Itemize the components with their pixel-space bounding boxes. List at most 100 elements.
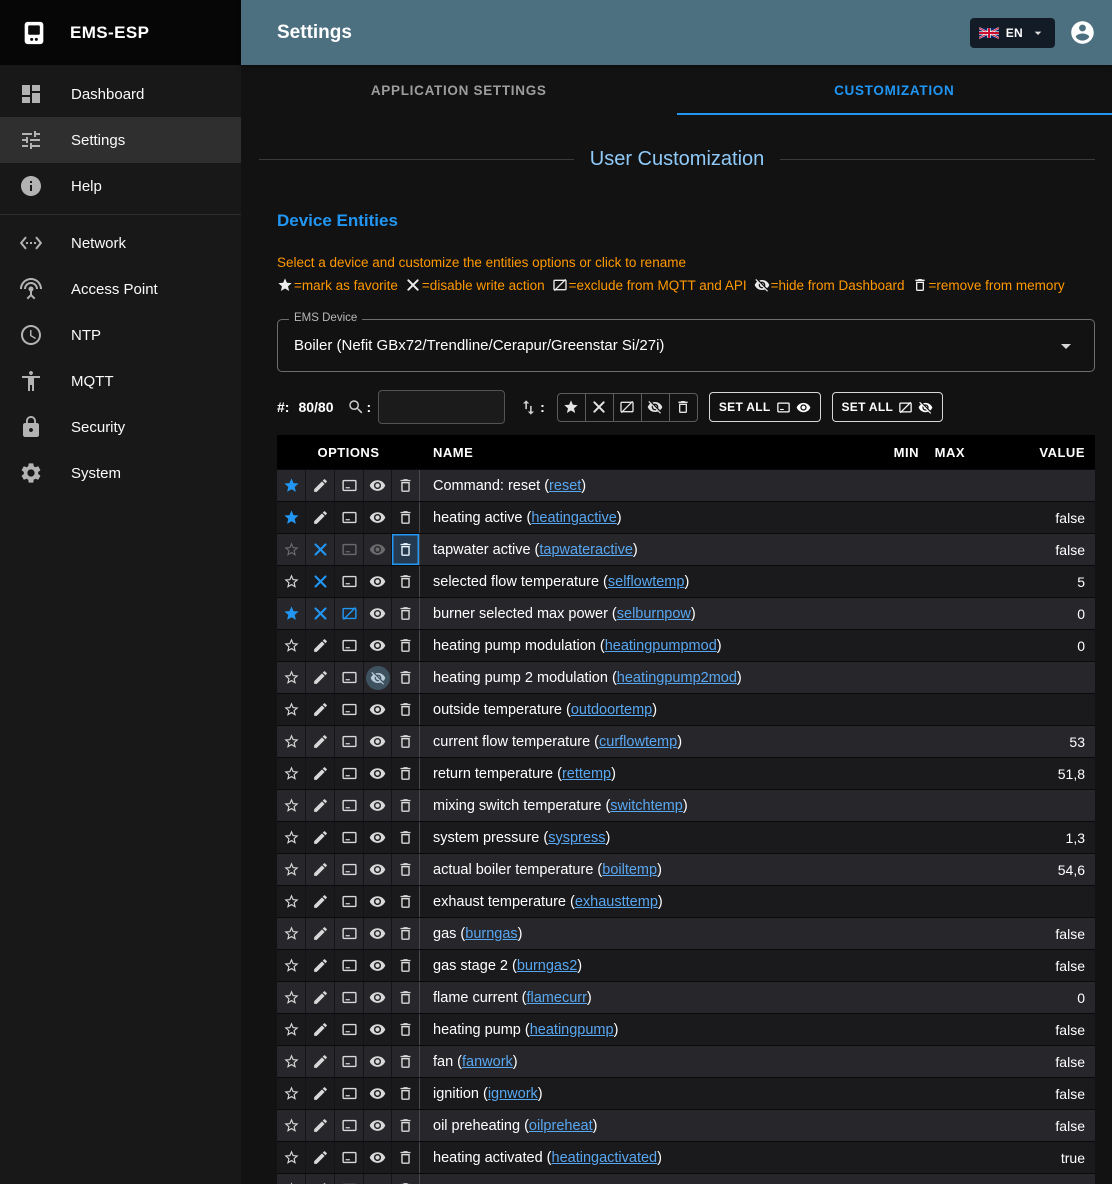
search-input[interactable] — [378, 390, 505, 424]
visibility-toggle[interactable] — [364, 822, 392, 853]
sidebar-item-help[interactable]: Help — [0, 163, 241, 209]
entity-name[interactable]: heating activated (heatingactivated) — [420, 1150, 877, 1166]
remove-toggle[interactable] — [392, 630, 420, 661]
write-action-toggle[interactable] — [306, 598, 335, 629]
favorite-toggle[interactable] — [277, 502, 306, 533]
entity-name[interactable]: burner selected max power (selburnpow) — [420, 606, 877, 622]
visibility-toggle[interactable] — [364, 598, 392, 629]
mqtt-exclude-toggle[interactable] — [335, 502, 364, 533]
visibility-toggle[interactable] — [364, 470, 392, 501]
favorite-toggle[interactable] — [277, 1078, 306, 1109]
remove-toggle[interactable] — [392, 950, 420, 981]
entity-id-link[interactable]: reset — [549, 478, 581, 494]
write-action-toggle[interactable] — [306, 662, 335, 693]
entity-id-link[interactable]: switchtemp — [610, 798, 683, 814]
favorite-toggle[interactable] — [277, 566, 306, 597]
remove-toggle[interactable] — [392, 598, 420, 629]
visibility-toggle[interactable] — [364, 950, 392, 981]
visibility-toggle[interactable] — [364, 1174, 392, 1184]
remove-toggle[interactable] — [392, 1014, 420, 1045]
mqtt-exclude-toggle[interactable] — [335, 1078, 364, 1109]
write-action-toggle[interactable] — [306, 790, 335, 821]
write-action-toggle[interactable] — [306, 918, 335, 949]
entity-row[interactable]: heating pump 2 modulation (heatingpump2m… — [277, 661, 1095, 693]
write-action-toggle[interactable] — [306, 822, 335, 853]
visibility-toggle[interactable] — [364, 918, 392, 949]
entity-name[interactable]: mixing switch temperature (switchtemp) — [420, 798, 877, 814]
remove-toggle[interactable] — [392, 534, 420, 565]
filter-write-button[interactable] — [585, 393, 614, 422]
account-icon[interactable] — [1069, 19, 1096, 46]
favorite-toggle[interactable] — [277, 694, 306, 725]
entity-id-link[interactable]: heatingpump2mod — [617, 670, 737, 686]
entity-id-link[interactable]: curflowtemp — [599, 734, 677, 750]
write-action-toggle[interactable] — [306, 1174, 335, 1184]
entity-row[interactable]: current flow temperature (curflowtemp)53 — [277, 725, 1095, 757]
entity-row[interactable]: heating pump (heatingpump)false — [277, 1013, 1095, 1045]
write-action-toggle[interactable] — [306, 1046, 335, 1077]
mqtt-exclude-toggle[interactable] — [335, 534, 364, 565]
entity-id-link[interactable]: boiltemp — [602, 862, 657, 878]
mqtt-exclude-toggle[interactable] — [335, 886, 364, 917]
entity-name[interactable]: actual boiler temperature (boiltemp) — [420, 862, 877, 878]
entity-name[interactable]: return temperature (rettemp) — [420, 766, 877, 782]
mqtt-exclude-toggle[interactable] — [335, 470, 364, 501]
remove-toggle[interactable] — [392, 822, 420, 853]
entity-id-link[interactable]: syspress — [548, 830, 605, 846]
entity-row[interactable] — [277, 1173, 1095, 1184]
write-action-toggle[interactable] — [306, 1078, 335, 1109]
entity-name[interactable]: ignition (ignwork) — [420, 1086, 877, 1102]
write-action-toggle[interactable] — [306, 502, 335, 533]
entity-row[interactable]: flame current (flamecurr)0 — [277, 981, 1095, 1013]
visibility-toggle[interactable] — [364, 1078, 392, 1109]
sidebar-item-access-point[interactable]: Access Point — [0, 266, 241, 312]
remove-toggle[interactable] — [392, 1174, 420, 1184]
remove-toggle[interactable] — [392, 1110, 420, 1141]
remove-toggle[interactable] — [392, 918, 420, 949]
entity-name[interactable]: oil preheating (oilpreheat) — [420, 1118, 877, 1134]
entity-name[interactable]: system pressure (syspress) — [420, 830, 877, 846]
visibility-toggle[interactable] — [364, 982, 392, 1013]
mqtt-exclude-toggle[interactable] — [335, 822, 364, 853]
sidebar-item-system[interactable]: System — [0, 450, 241, 496]
favorite-toggle[interactable] — [277, 950, 306, 981]
visibility-toggle[interactable] — [364, 694, 392, 725]
sidebar-item-ntp[interactable]: NTP — [0, 312, 241, 358]
favorite-toggle[interactable] — [277, 726, 306, 757]
mqtt-exclude-toggle[interactable] — [335, 1014, 364, 1045]
entity-row[interactable]: actual boiler temperature (boiltemp)54,6 — [277, 853, 1095, 885]
sidebar-item-network[interactable]: Network — [0, 220, 241, 266]
remove-toggle[interactable] — [392, 470, 420, 501]
mqtt-exclude-toggle[interactable] — [335, 1110, 364, 1141]
favorite-toggle[interactable] — [277, 790, 306, 821]
entity-name[interactable]: heating pump modulation (heatingpumpmod) — [420, 638, 877, 654]
write-action-toggle[interactable] — [306, 1142, 335, 1173]
mqtt-exclude-toggle[interactable] — [335, 662, 364, 693]
entity-id-link[interactable]: heatingactivated — [552, 1150, 658, 1166]
write-action-toggle[interactable] — [306, 566, 335, 597]
remove-toggle[interactable] — [392, 886, 420, 917]
entity-name[interactable]: outside temperature (outdoortemp) — [420, 702, 877, 718]
tab-customization[interactable]: CUSTOMIZATION — [677, 65, 1112, 115]
entity-row[interactable]: Command: reset (reset) — [277, 469, 1095, 501]
write-action-toggle[interactable] — [306, 534, 335, 565]
entity-id-link[interactable]: selburnpow — [617, 606, 691, 622]
remove-toggle[interactable] — [392, 982, 420, 1013]
favorite-toggle[interactable] — [277, 598, 306, 629]
write-action-toggle[interactable] — [306, 950, 335, 981]
entity-name[interactable]: heating pump (heatingpump) — [420, 1022, 877, 1038]
mqtt-exclude-toggle[interactable] — [335, 726, 364, 757]
mqtt-exclude-toggle[interactable] — [335, 1142, 364, 1173]
entity-row[interactable]: gas (burngas)false — [277, 917, 1095, 949]
entity-row[interactable]: outside temperature (outdoortemp) — [277, 693, 1095, 725]
remove-toggle[interactable] — [392, 726, 420, 757]
tab-application-settings[interactable]: APPLICATION SETTINGS — [241, 65, 677, 115]
sidebar-item-dashboard[interactable]: Dashboard — [0, 71, 241, 117]
entity-row[interactable]: heating active (heatingactive)false — [277, 501, 1095, 533]
entity-id-link[interactable]: fanwork — [462, 1054, 513, 1070]
favorite-toggle[interactable] — [277, 1046, 306, 1077]
sidebar-item-security[interactable]: Security — [0, 404, 241, 450]
favorite-toggle[interactable] — [277, 822, 306, 853]
write-action-toggle[interactable] — [306, 982, 335, 1013]
filter-remove-button[interactable] — [669, 393, 698, 422]
